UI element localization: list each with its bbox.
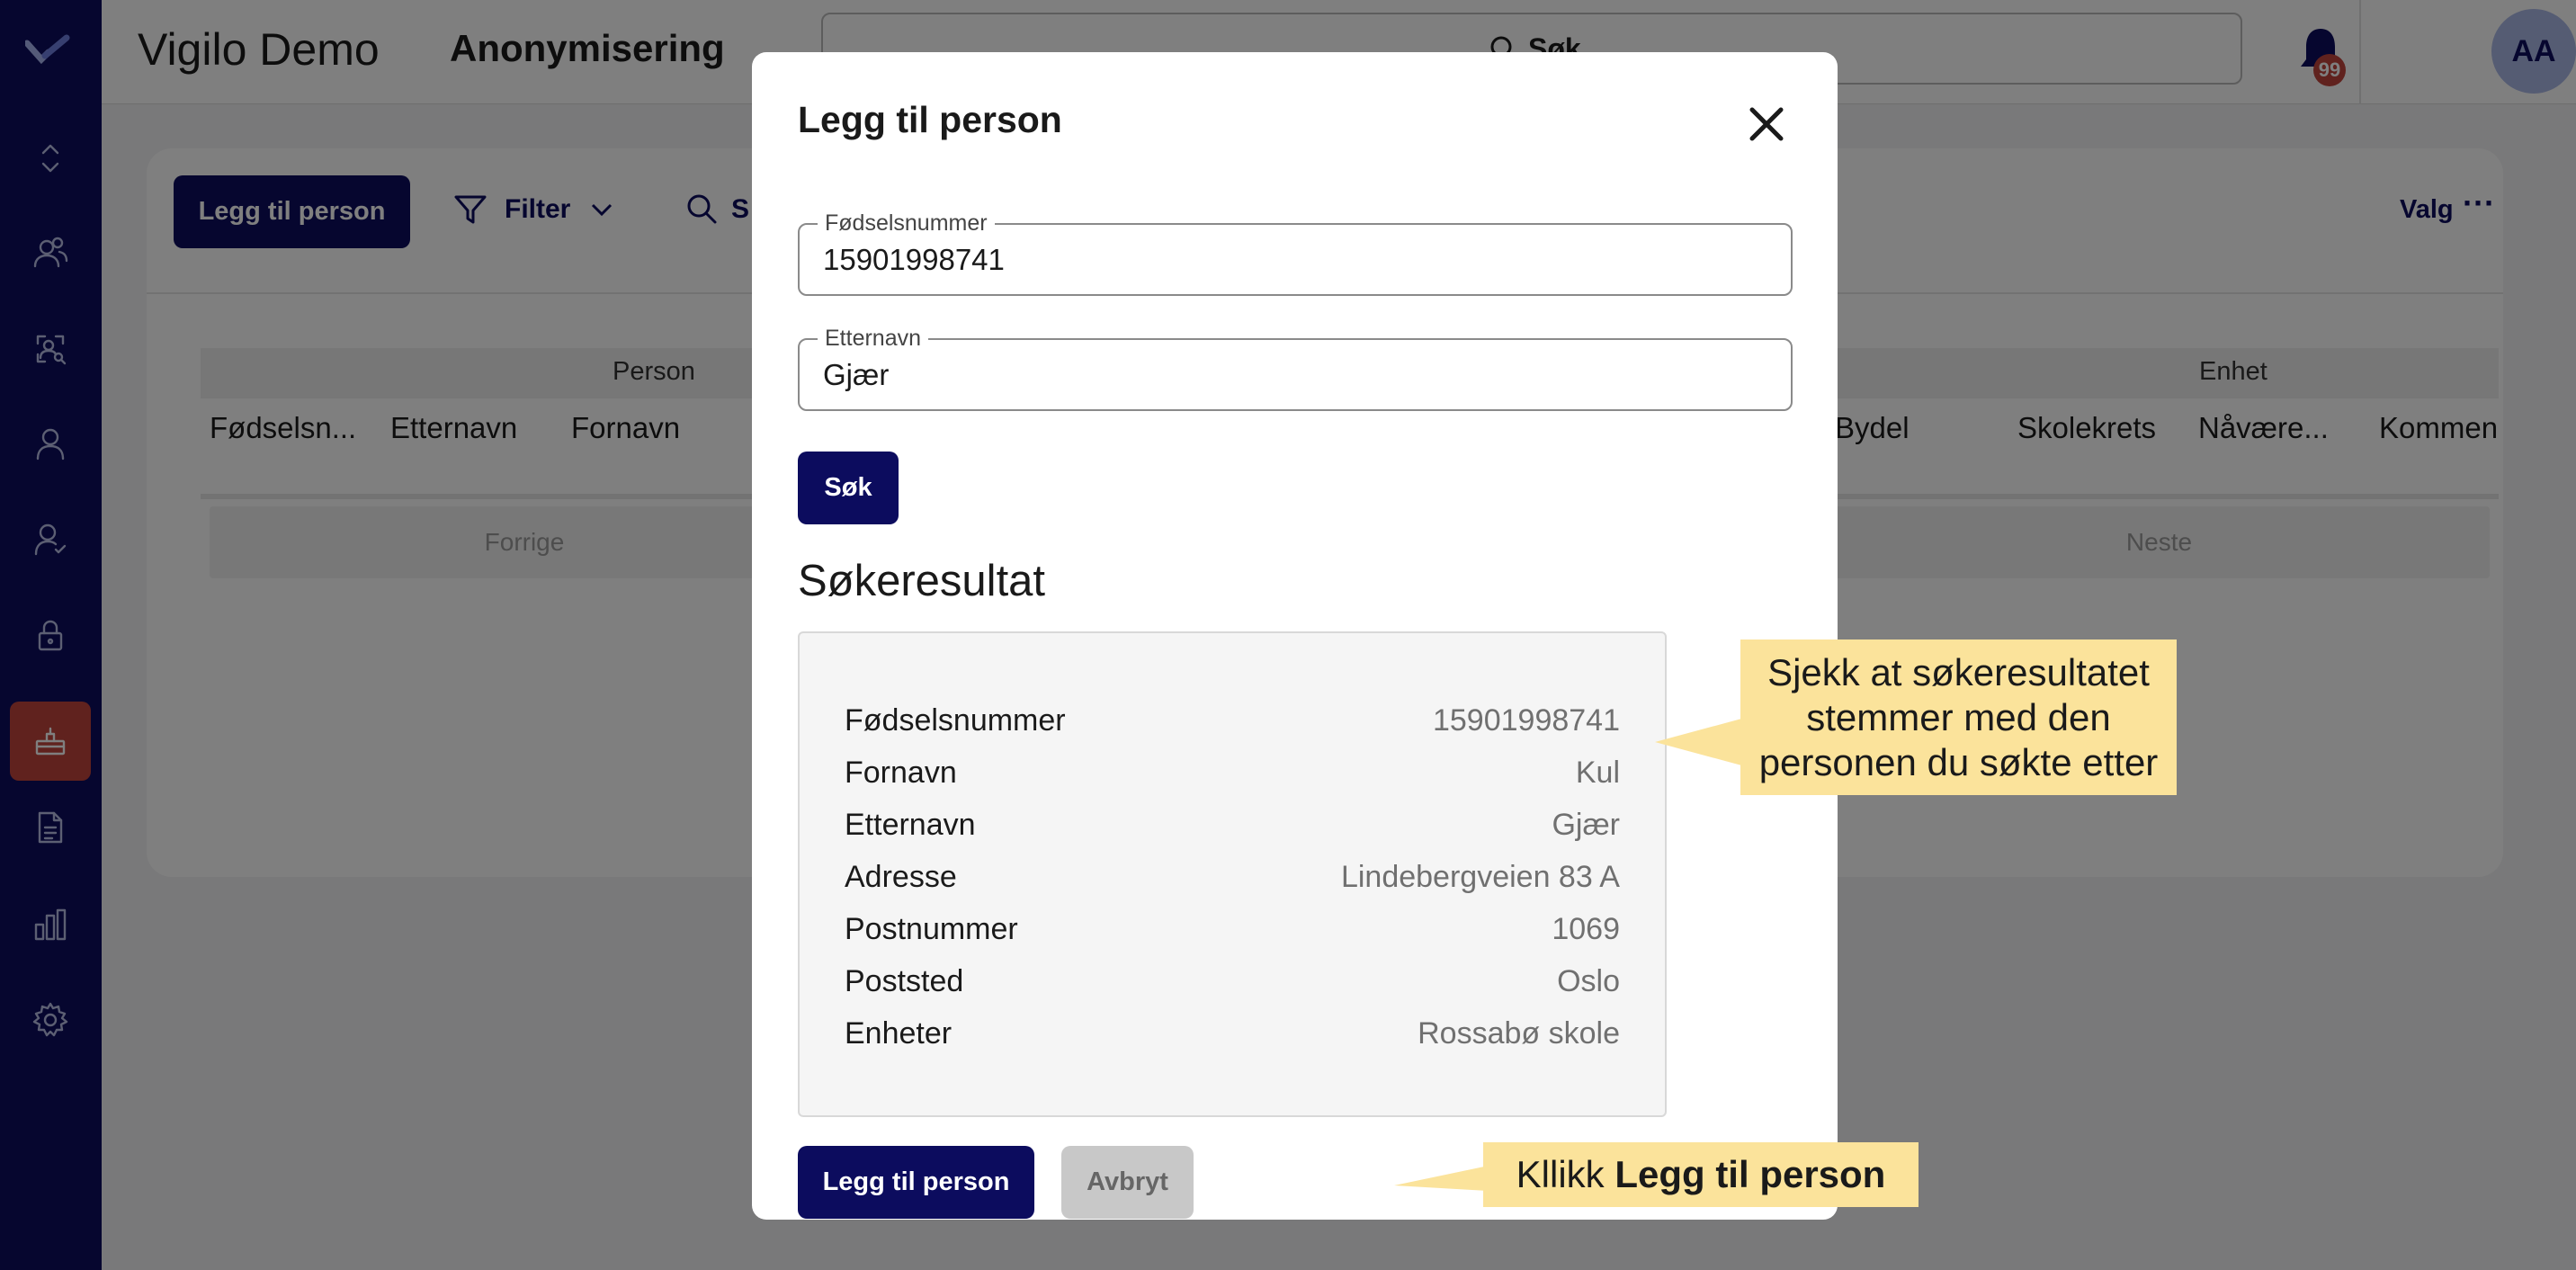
result-key: Enheter bbox=[845, 1016, 953, 1051]
callout-check-result: Sjekk at søkeresultatet stemmer med den … bbox=[1740, 639, 2177, 795]
result-row: Etternavn Gjær bbox=[845, 808, 1620, 853]
result-key: Poststed bbox=[845, 964, 964, 998]
result-key: Etternavn bbox=[845, 808, 976, 842]
result-value: 1069 bbox=[1552, 912, 1620, 946]
result-key: Fornavn bbox=[845, 756, 957, 790]
result-row: Enheter Rossabø skole bbox=[845, 1016, 1620, 1061]
result-value: Rossabø skole bbox=[1418, 1016, 1620, 1051]
callout-pointer bbox=[1655, 718, 1745, 766]
result-row: Adresse Lindebergveien 83 A bbox=[845, 860, 1620, 905]
dialog-title: Legg til person bbox=[798, 99, 1062, 140]
search-result-box: Fødselsnummer 15901998741 Fornavn Kul Et… bbox=[798, 631, 1667, 1117]
lastname-field-label: Etternavn bbox=[818, 326, 929, 352]
result-row: Poststed Oslo bbox=[845, 964, 1620, 1009]
callout-pointer bbox=[1394, 1166, 1489, 1191]
result-value: Oslo bbox=[1557, 964, 1620, 998]
result-key: Fødselsnummer bbox=[845, 703, 1066, 738]
ssn-field-label: Fødselsnummer bbox=[818, 210, 995, 237]
result-value: Gjær bbox=[1552, 808, 1620, 842]
lastname-field-value: Gjær bbox=[823, 358, 890, 391]
add-person-dialog: Legg til person Fødselsnummer 1590199874… bbox=[752, 52, 1838, 1220]
callout-click-bold: Legg til person bbox=[1614, 1153, 1886, 1195]
result-row: Fødselsnummer 15901998741 bbox=[845, 703, 1620, 748]
confirm-add-person-button[interactable]: Legg til person bbox=[798, 1146, 1034, 1219]
result-row: Fornavn Kul bbox=[845, 756, 1620, 800]
result-value: 15901998741 bbox=[1432, 703, 1620, 738]
ssn-field-value: 15901998741 bbox=[823, 243, 1005, 276]
result-value: Lindebergveien 83 A bbox=[1340, 860, 1620, 894]
ssn-field[interactable]: Fødselsnummer 15901998741 bbox=[798, 210, 1793, 296]
result-key: Adresse bbox=[845, 860, 957, 894]
search-button[interactable]: Søk bbox=[798, 452, 899, 524]
cancel-button[interactable]: Avbryt bbox=[1061, 1146, 1194, 1219]
result-row: Postnummer 1069 bbox=[845, 912, 1620, 957]
close-icon[interactable] bbox=[1741, 99, 1792, 149]
result-value: Kul bbox=[1575, 756, 1620, 790]
callout-click-add: Kllikk Legg til person bbox=[1483, 1142, 1919, 1207]
results-heading: Søkeresultat bbox=[798, 557, 1046, 605]
callout-click-prefix: Kllikk bbox=[1516, 1153, 1615, 1195]
lastname-field[interactable]: Etternavn Gjær bbox=[798, 326, 1793, 411]
result-key: Postnummer bbox=[845, 912, 1018, 946]
